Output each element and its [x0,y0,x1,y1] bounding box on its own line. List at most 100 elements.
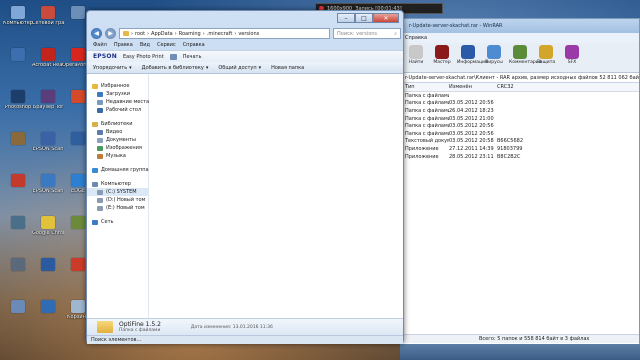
winrar-window[interactable]: r-Update-server-skachat.rar - WinRAR Спр… [400,18,640,360]
nav-icon [92,181,98,187]
breadcrumb-segment[interactable]: AppData [151,31,173,37]
search-input[interactable]: Поиск: versions ⌕ [333,28,401,39]
table-row[interactable]: Папка с файлами [401,92,639,100]
nav-item[interactable]: Загрузки [87,90,148,98]
nav-item[interactable]: (E:) Новый том [87,204,148,212]
menu-item[interactable]: Файл [93,42,107,48]
desktop-icon[interactable]: Сетевой граф [32,6,64,36]
menu-item[interactable]: Правка [114,42,133,48]
table-row[interactable]: Папка с файлами 03.05.2012 21:00 [401,115,639,123]
column-type[interactable]: Тип [401,84,449,90]
winrar-tool-button[interactable]: Вирусы [483,45,505,70]
menu-item[interactable]: Вид [140,42,150,48]
maximize-button[interactable]: □ [355,13,373,23]
winrar-tool-button[interactable]: Комментарий [509,45,542,70]
column-modified[interactable]: Изменён [449,84,497,90]
search-icon: ⌕ [394,30,397,37]
nav-label: Музыка [106,153,126,159]
table-row[interactable]: Приложение 27.12.2011 14:39 91803799 [401,145,639,153]
winrar-menubar: Справка [401,33,639,43]
nav-item[interactable]: Музыка [87,152,148,160]
desktop-icon[interactable]: EPSON Scan [32,174,64,204]
breadcrumb-separator-icon[interactable]: › [147,31,149,37]
table-row[interactable]: Папка с файлами 03.05.2012 20:56 [401,122,639,130]
nav-item[interactable]: Недавние места [87,98,149,106]
winrar-titlebar[interactable]: r-Update-server-skachat.rar - WinRAR [401,19,639,33]
winrar-tool-button[interactable]: Защита [535,45,557,70]
table-cell: Папка с файлами [405,123,449,130]
minimize-button[interactable]: – [337,13,355,23]
app-icon [71,216,85,229]
nav-item[interactable]: Видео [87,128,148,136]
winrar-menu-help[interactable]: Справка [405,35,427,41]
desktop-icon[interactable]: Компьютер [2,6,34,36]
winrar-tool-button[interactable]: Мастер [431,45,453,70]
desktop-icon[interactable]: Google Chrome [32,216,64,246]
nav-item[interactable]: (C:) SYSTEM [87,188,148,196]
table-row[interactable]: Папка с файлами 26.04.2012 18:23 [401,107,639,115]
menu-item[interactable]: Сервис [157,42,176,48]
command-button[interactable]: Новая папка [271,65,304,71]
column-crc32[interactable]: CRC32 [497,84,537,90]
table-row[interactable]: Текстовый докум...03.05.2012 20:58B66C56… [401,138,639,146]
nav-item[interactable]: Рабочий стол [87,106,148,114]
easy-photo-print-button[interactable]: Easy Photo Print [123,54,164,60]
table-row[interactable]: Приложение 28.05.2012 23:11 B8C2B2C [401,153,639,161]
nav-group-header[interactable]: Избранное [87,82,148,90]
breadcrumb-separator-icon[interactable]: › [175,31,177,37]
desktop-icon[interactable] [2,216,34,246]
desktop-icon[interactable] [2,300,34,330]
nav-icon [92,121,98,127]
taskbar-tray [400,344,640,360]
address-row: ◀ ▶ › root › AppData › Roaming › .minecraft › ver… [91,27,401,40]
desktop-icon[interactable] [2,132,34,162]
desktop-icon[interactable]: EPSON Scan [32,132,64,162]
table-cell: Папка с файлами [405,130,449,137]
table-row[interactable]: Папка с файлами 03.05.2012 20:56 [401,100,639,108]
nav-icon [97,107,103,113]
menu-item[interactable]: Справка [183,42,205,48]
table-row[interactable]: Папка с файлами 03.05.2012 20:56 [401,130,639,138]
command-button[interactable]: Упорядочить [93,65,127,71]
desktop-icon[interactable]: Браузер Tor [32,90,64,120]
nav-label: Компьютер [101,181,131,187]
nav-item[interactable]: (D:) Новый том [87,196,148,204]
nav-group-header[interactable]: Библиотеки [87,120,148,128]
desktop-icon[interactable]: Photoshop [2,90,34,120]
command-button[interactable]: Общий доступ [218,65,256,71]
breadcrumb-segment[interactable]: .minecraft [207,31,233,37]
forward-arrow-icon[interactable]: ▶ [105,28,116,39]
desktop-icon[interactable] [2,174,34,204]
desktop-icon[interactable] [2,258,34,288]
winrar-tool-button[interactable]: Информация [457,45,488,70]
breadcrumb-separator-icon[interactable]: › [203,31,205,37]
desktop-icon[interactable] [2,48,34,78]
desktop-icon-label: EPSON Scan [32,189,64,194]
command-button[interactable]: Добавить в библиотеку [142,65,204,71]
nav-icon [97,99,103,105]
breadcrumb-segment[interactable]: Roaming [179,31,201,37]
table-cell: Текстовый докум... [405,138,449,145]
close-button[interactable]: ✕ [373,13,399,23]
nav-group-header[interactable]: Домашняя группа [87,166,149,174]
address-bar[interactable]: › root › AppData › Roaming › .minecraft › version… [119,28,330,39]
winrar-status-bar: Всего: 5 папок и 558 814 байт в 3 файлах [401,334,639,343]
print-button[interactable]: Печать [183,54,202,60]
desktop-icon[interactable]: Acrobat Reader DC [32,48,64,78]
nav-group-header[interactable]: Компьютер [87,180,148,188]
file-list-pane[interactable] [149,74,403,318]
desktop-icon[interactable] [32,258,64,288]
back-arrow-icon[interactable]: ◀ [91,28,102,39]
breadcrumb-separator-icon[interactable]: › [131,31,133,37]
nav-group-header[interactable]: Сеть [87,218,148,226]
breadcrumb-segment[interactable]: root [135,31,145,37]
nav-item[interactable]: Документы [87,136,148,144]
desktop-icon[interactable] [32,300,64,330]
explorer-window[interactable]: – □ ✕ ◀ ▶ › root › AppData › Roaming › .minecra… [86,10,404,344]
winrar-tool-button[interactable]: SFX [561,45,583,70]
breadcrumb-segment[interactable]: versions [238,31,259,37]
winrar-tool-button[interactable]: Найти [405,45,427,70]
nav-item[interactable]: Изображения [87,144,148,152]
breadcrumb-separator-icon[interactable]: › [234,31,236,37]
app-icon [11,48,25,61]
